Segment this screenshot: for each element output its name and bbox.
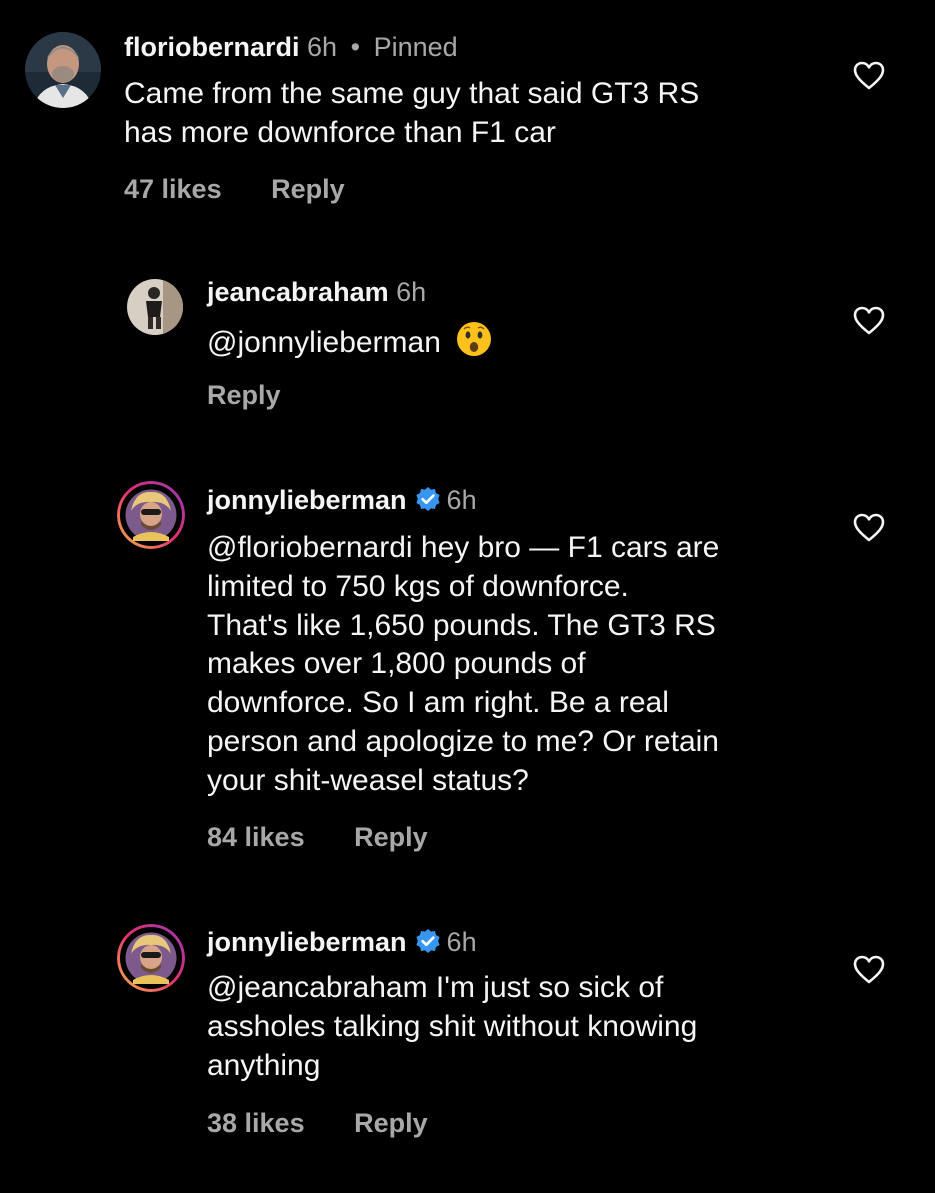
comment-text: Came from the same guy that said GT3 RS … bbox=[124, 75, 699, 153]
reply-button[interactable]: Reply bbox=[354, 1107, 428, 1139]
comment-text-line: That's like 1,650 pounds. The GT3 RS bbox=[207, 608, 716, 642]
comment-text: @floriobernardi hey bro — F1 cars are li… bbox=[207, 529, 719, 801]
username[interactable]: floriobernardi bbox=[124, 32, 300, 62]
timestamp: 6h bbox=[446, 485, 477, 515]
comment-text-line: makes over 1,800 pounds of bbox=[207, 647, 586, 681]
comment-actions: 84 likes Reply bbox=[207, 821, 428, 853]
reply-button[interactable]: Reply bbox=[271, 173, 345, 205]
comment-header: jonnylieberman 6h bbox=[207, 484, 477, 519]
comment-text-line: assholes talking shit without knowing bbox=[207, 1009, 698, 1043]
comment-header: floriobernardi 6h • Pinned bbox=[124, 31, 458, 63]
avatar-floriobernardi[interactable] bbox=[25, 32, 101, 108]
heart-icon[interactable] bbox=[853, 955, 885, 985]
timestamp: 6h bbox=[446, 927, 477, 957]
mention-link[interactable]: @jonnylieberman bbox=[207, 326, 441, 359]
avatar-jeancabraham[interactable] bbox=[127, 279, 183, 335]
comment-text-line: person and apologize to me? Or retain bbox=[207, 724, 719, 758]
heart-icon[interactable] bbox=[853, 513, 885, 543]
comment-text: @jonnylieberman bbox=[207, 320, 493, 359]
comment-text-line: @floriobernardi hey bro — F1 cars are bbox=[207, 531, 720, 564]
timestamp: 6h bbox=[307, 32, 338, 62]
comment-header: jonnylieberman 6h bbox=[207, 926, 477, 961]
verified-badge-icon bbox=[415, 486, 441, 519]
pinned-label: Pinned bbox=[373, 32, 458, 62]
likes-count[interactable]: 38 likes bbox=[207, 1107, 305, 1139]
comment-text: @jeancabraham I'm just so sick of asshol… bbox=[207, 969, 697, 1085]
likes-count[interactable]: 47 likes bbox=[124, 173, 222, 205]
timestamp: 6h bbox=[396, 277, 427, 307]
likes-count[interactable]: 84 likes bbox=[207, 821, 305, 853]
comment-text-line: your shit-weasel status? bbox=[207, 763, 529, 797]
comment-text-line: Came from the same guy that said GT3 RS bbox=[124, 77, 700, 110]
reply-button[interactable]: Reply bbox=[354, 821, 428, 853]
username[interactable]: jonnylieberman bbox=[207, 485, 407, 515]
comment-actions: 47 likes Reply bbox=[124, 173, 345, 205]
astonished-face-emoji bbox=[455, 320, 493, 369]
verified-badge-icon bbox=[415, 928, 441, 961]
comment-text-line: limited to 750 kgs of downforce. bbox=[207, 569, 629, 603]
reply-button[interactable]: Reply bbox=[207, 379, 281, 411]
comment-text-line: has more downforce than F1 car bbox=[124, 115, 556, 149]
comment-header: jeancabraham 6h bbox=[207, 276, 426, 308]
comment-text-line: anything bbox=[207, 1048, 321, 1082]
comment-text-line: downforce. So I am right. Be a real bbox=[207, 686, 669, 720]
heart-icon[interactable] bbox=[853, 61, 885, 91]
comment-actions: 38 likes Reply bbox=[207, 1107, 428, 1139]
separator-dot: • bbox=[350, 32, 361, 62]
avatar-jonnylieberman[interactable] bbox=[117, 481, 185, 549]
comment-text-line: @jeancabraham I'm just so sick of bbox=[207, 971, 664, 1004]
comment-actions: Reply bbox=[207, 379, 281, 411]
heart-icon[interactable] bbox=[853, 306, 885, 336]
username[interactable]: jonnylieberman bbox=[207, 927, 407, 957]
username[interactable]: jeancabraham bbox=[207, 277, 389, 307]
avatar-jonnylieberman[interactable] bbox=[117, 924, 185, 992]
